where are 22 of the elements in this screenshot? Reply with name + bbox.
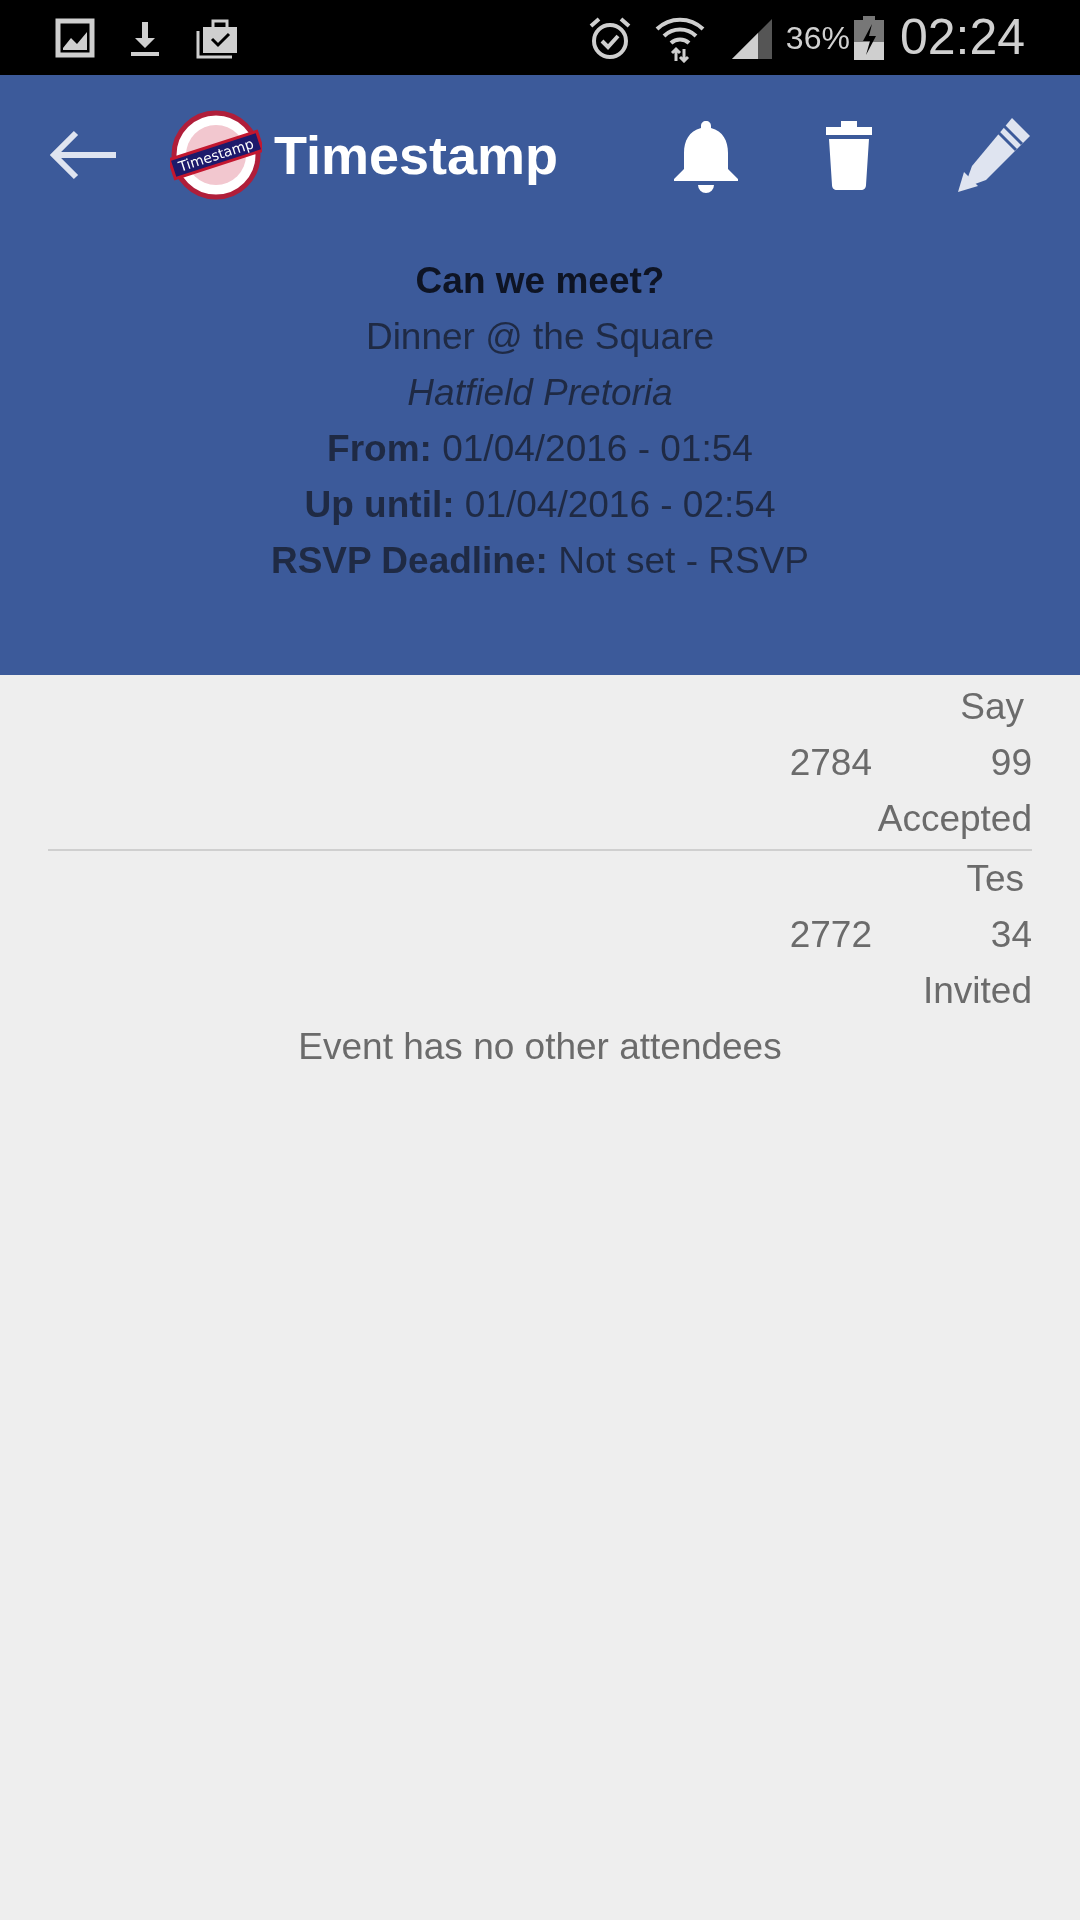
attendee-number: 2784	[789, 741, 872, 785]
event-location: Hatfield Pretoria	[407, 371, 673, 415]
attendee-code: 99	[989, 741, 1032, 785]
back-arrow-icon[interactable]	[48, 129, 118, 181]
app-title: Timestamp	[274, 123, 559, 187]
attendee-status: Accepted	[877, 797, 1032, 841]
event-detail: Up until: 01/04/2016 - 02:54	[304, 483, 776, 527]
clock-time: 02:24	[899, 8, 1025, 67]
event-detail: RSVP Deadline: Not set - RSVP	[270, 539, 809, 583]
battery-percent: 36%	[785, 18, 850, 58]
attendee-name: Say	[960, 685, 1025, 729]
event-name: Dinner @ the Square	[365, 315, 715, 359]
event-detail: From: 01/04/2016 - 01:54	[327, 427, 753, 471]
attendee-name: Tes	[966, 857, 1025, 901]
trash-icon[interactable]	[824, 119, 874, 191]
image-icon	[55, 17, 95, 58]
event-question: Can we meet?	[415, 259, 665, 303]
battery-icon	[853, 15, 884, 60]
attendee-number: 2772	[789, 913, 872, 957]
attendee-code: 34	[989, 913, 1032, 957]
attendee-status: Invited	[923, 969, 1032, 1013]
empty-message: Event has no other attendees	[297, 1025, 783, 1069]
